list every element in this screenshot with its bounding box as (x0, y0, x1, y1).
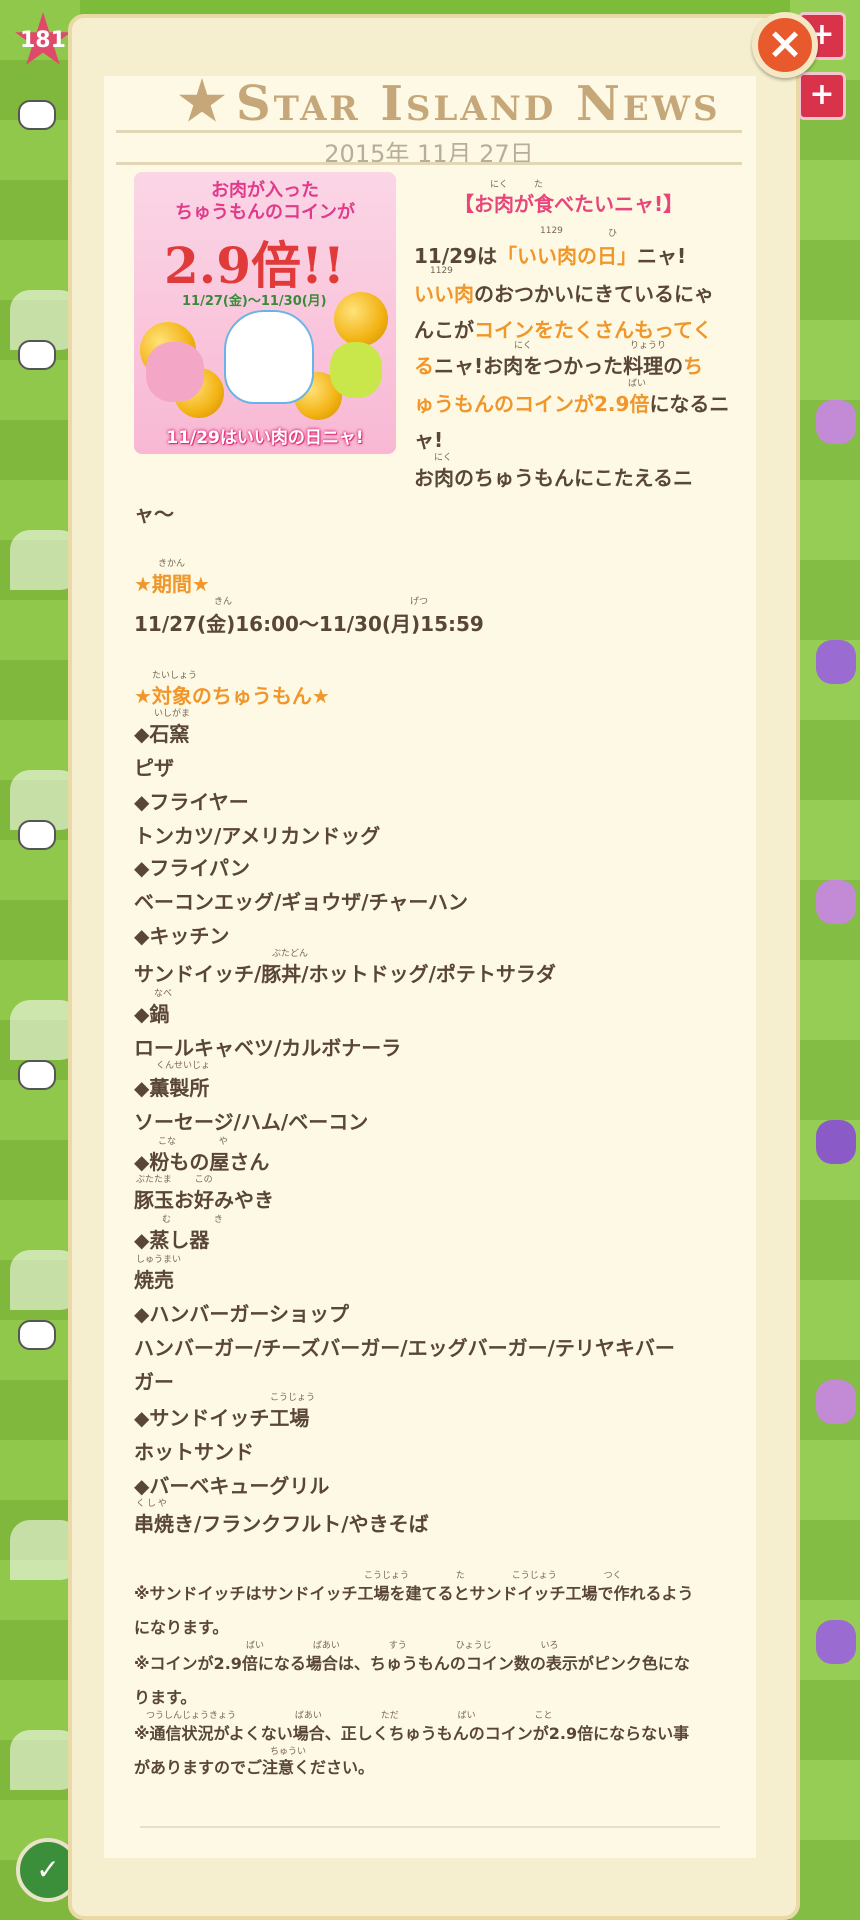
note-line: ※コインが2.9倍になる場合は、ちゅうもんのコイン数の表示がピンク色にな (134, 1654, 690, 1673)
article-line-1: 11/29は「いい肉の日」ニャ! (414, 240, 686, 269)
target-heading: ★対象のちゅうもん★ (134, 684, 330, 708)
text-span: る (414, 354, 434, 378)
note-line: になります。 (134, 1618, 229, 1637)
coin-icon (334, 292, 388, 346)
divider (116, 130, 742, 133)
news-title: Star Island News (236, 76, 721, 132)
text-span: ニャ!お肉をつかった料理の (434, 354, 684, 378)
text-span: ち (683, 354, 704, 378)
article-headline: 【お肉が食べたいニャ!】 (454, 192, 684, 216)
white-cat-icon (224, 310, 314, 404)
level-count: 181 (20, 28, 66, 53)
cat-icon (816, 1380, 856, 1424)
cat-icon (18, 340, 56, 370)
note-line: がありますのでご注意ください。 (134, 1758, 375, 1777)
text-span: 「いい肉の日」 (496, 244, 637, 268)
banner-dates: 11/27(金)〜11/30(月) (182, 294, 327, 309)
period-value: 11/27(金)16:00〜11/30(月)15:59 (134, 612, 484, 636)
close-button[interactable]: × (752, 12, 818, 78)
note-line: ります。 (134, 1688, 197, 1707)
ruby: くんせいじょ (156, 1061, 211, 1071)
note-line: ※通信状況がよくない場合、正しくちゅうもんのコインが2.9倍にならない事 (134, 1724, 690, 1743)
news-header: Star Island News (116, 72, 744, 132)
pink-cat-icon (146, 342, 204, 402)
article-line-2: いい肉のおつかいにきているにゃ (414, 278, 714, 307)
target-shop: ◆薫製所 (134, 1076, 210, 1100)
cat-icon (18, 820, 56, 850)
target-items-cont: ガー (134, 1370, 174, 1394)
note-line: ※サンドイッチはサンドイッチ工場を建てるとサンドイッチ工場で作れるよう (134, 1584, 694, 1603)
ruby: 1129 (430, 266, 453, 276)
add-coins-button[interactable]: + (798, 72, 846, 120)
target-items: ハンバーガー/チーズバーガー/エッグバーガー/テリヤキバー (134, 1336, 675, 1360)
article-line-3: んこがコインをたくさんもってく (414, 314, 712, 343)
target-items: サンドイッチ/豚丼/ホットドッグ/ポテトサラダ (134, 962, 556, 986)
divider (140, 1826, 720, 1828)
target-items: 焼売 (134, 1268, 174, 1292)
text-span: いい肉 (414, 282, 474, 306)
target-items: ピザ (134, 756, 174, 780)
target-shop: ◆蒸し器 (134, 1228, 210, 1252)
target-items: ロールキャベツ/カルボナーラ (134, 1036, 402, 1060)
text-span: コインをたくさんもってく (474, 318, 713, 342)
star-icon (178, 78, 226, 122)
ruby: きん (214, 597, 233, 607)
target-shop: ◆バーベキューグリル (134, 1474, 330, 1498)
target-shop: ◆石窯 (134, 722, 190, 746)
ruby: げつ (410, 597, 429, 607)
target-shop: ◆フライパン (134, 856, 250, 880)
ruby: 1129 (540, 226, 563, 236)
target-shop: ◆ハンバーガーショップ (134, 1302, 349, 1326)
cat-icon (816, 1120, 856, 1164)
cat-icon (18, 100, 56, 130)
banner-footer: 11/29はいい肉の日ニャ! (166, 428, 364, 448)
target-shop: ◆鍋 (134, 1002, 170, 1026)
cat-icon (816, 1620, 856, 1664)
text-span: 11/29 (414, 244, 477, 268)
period-heading: ★期間★ (134, 572, 210, 596)
banner-headline-line1: お肉が入った (211, 180, 319, 201)
target-items: 串焼き/フランクフルト/やきそば (134, 1512, 429, 1536)
target-items: トンカツ/アメリカンドッグ (134, 824, 381, 848)
text-span: のおつかいにきているにゃ (474, 282, 714, 306)
cat-icon (18, 1320, 56, 1350)
article-line-6: ャ! (414, 428, 444, 452)
target-items: 豚玉お好みやき (134, 1188, 274, 1212)
cat-icon (816, 640, 856, 684)
text-span: ニャ! (636, 244, 687, 268)
target-items: ソーセージ/ハム/ベーコン (134, 1110, 369, 1134)
cat-icon (816, 880, 856, 924)
ruby: ひ (608, 229, 618, 239)
divider (116, 162, 742, 165)
target-shop: ◆粉もの屋さん (134, 1150, 270, 1174)
text-span: んこが (414, 318, 474, 342)
banner-multiplier: 2.9倍!! (164, 236, 345, 295)
article-line-8: ャ〜 (134, 502, 174, 526)
article-line-7: お肉のちゅうもんにこたえるニ (414, 466, 693, 490)
article-line-5: ゅうもんのコインが2.9倍になるニ (414, 388, 729, 417)
event-banner-image: お肉が入った ちゅうもんのコインが 2.9倍!! 11/27(金)〜11/30(… (134, 172, 396, 454)
cat-icon (816, 400, 856, 444)
banner-headline-line2: ちゅうもんのコインが (175, 202, 355, 223)
target-shop: ◆サンドイッチ工場 (134, 1406, 310, 1430)
cat-icon (18, 1060, 56, 1090)
target-items: ベーコンエッグ/ギョウザ/チャーハン (134, 890, 469, 914)
target-items: ホットサンド (134, 1440, 254, 1464)
article-line-4: るニャ!お肉をつかった料理のち (414, 350, 703, 379)
green-cat-icon (330, 342, 382, 398)
text-span: は (476, 244, 497, 268)
text-span: ゅうもんのコインが2.9倍 (414, 392, 650, 416)
target-shop: ◆フライヤー (134, 790, 249, 814)
text-span: になるニ (649, 392, 730, 416)
game-background-right (790, 0, 860, 1920)
target-shop: ◆キッチン (134, 924, 230, 948)
